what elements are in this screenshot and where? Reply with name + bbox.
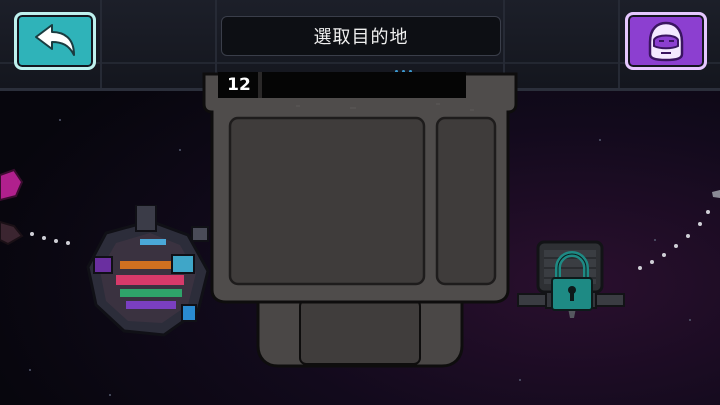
destination-slot-main[interactable] [228, 116, 426, 286]
count-label: 12 [227, 75, 251, 95]
destination-slot-side[interactable] [435, 116, 497, 286]
destination-select-screen: 選取目的地 12 [0, 0, 720, 405]
destination-panel [202, 72, 518, 368]
